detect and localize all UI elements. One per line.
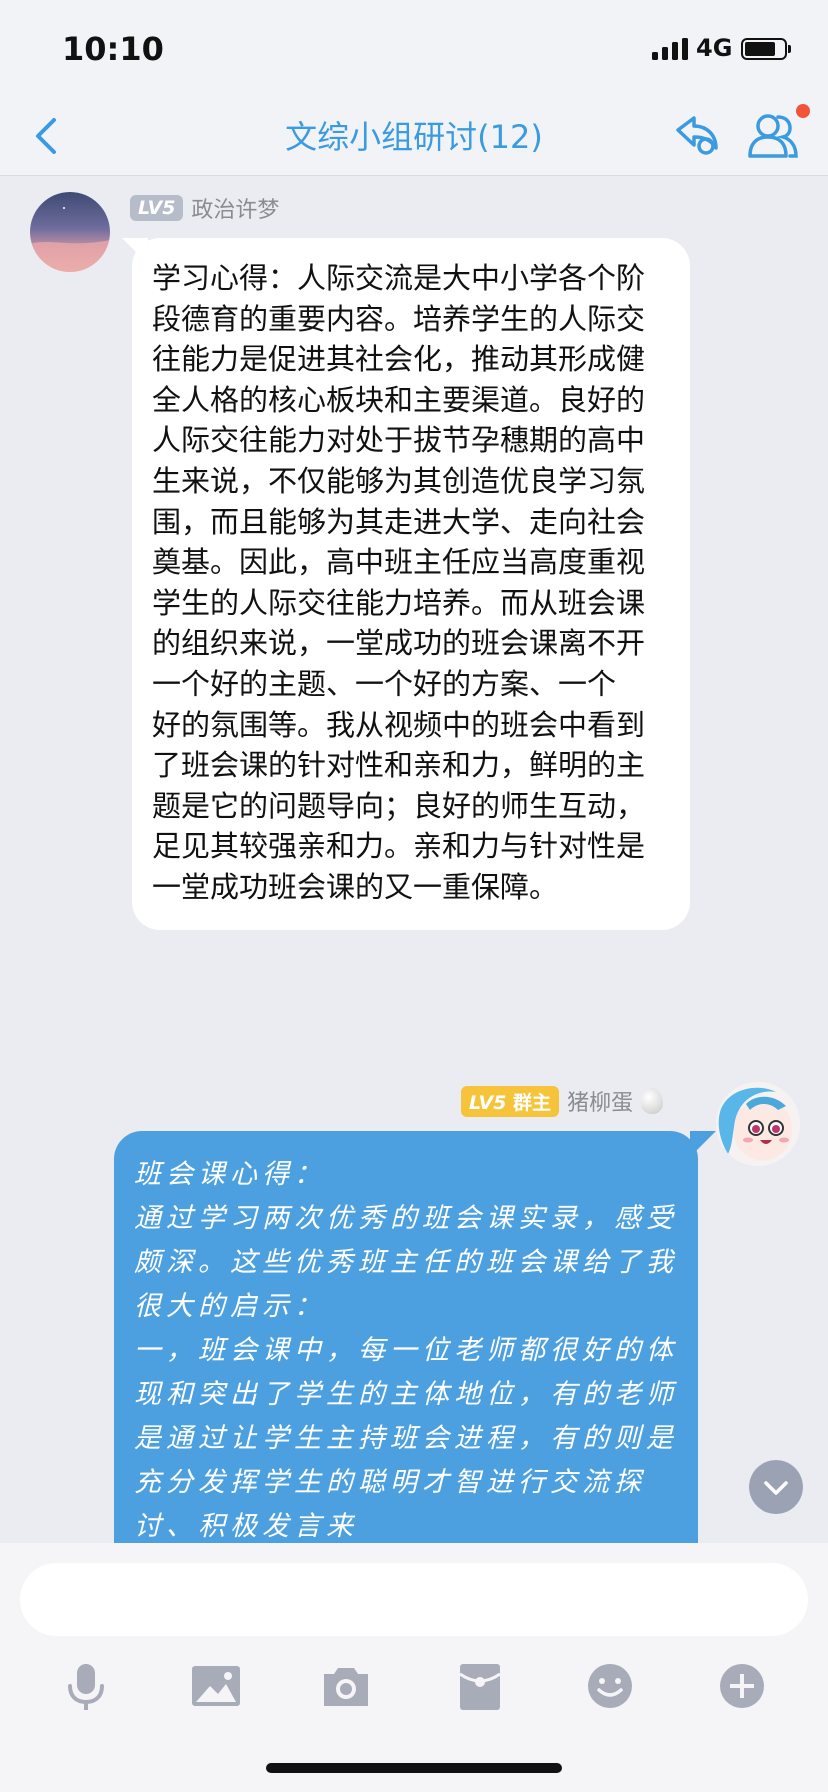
signal-icon [652,38,688,60]
level-badge: LV5 [130,195,184,221]
sender-name[interactable]: 政治许梦 [191,192,279,224]
chevron-down-icon[interactable] [749,1460,803,1514]
sender-name[interactable]: 猪柳蛋 [567,1085,633,1117]
home-indicator [266,1763,562,1773]
status-bar: 10:10 4G [0,0,828,96]
status-time: 10:10 [62,30,164,68]
bubble-tail [690,1131,716,1157]
plus-icon[interactable] [712,1656,772,1716]
microphone-icon[interactable] [56,1656,116,1716]
egg-icon [641,1088,664,1114]
message-bubble[interactable]: 学习心得：人际交流是大中小学各个阶段德育的重要内容。培养学生的人际交往能力是促进… [132,238,690,930]
message-bubble[interactable]: 班会课心得： 通过学习两次优秀的班会课实录，感受颇深。这些优秀班主任的班会课给了… [114,1131,698,1543]
network-label: 4G [696,34,733,62]
avatar[interactable] [30,192,110,272]
message-input[interactable] [20,1563,808,1636]
nav-bar: 文综小组研讨(12) [0,96,828,176]
group-settings-icon[interactable] [668,108,724,164]
notification-dot [796,104,810,118]
avatar[interactable] [716,1082,800,1166]
sender-row: LV5 政治许梦 [130,192,279,224]
image-icon[interactable] [186,1656,246,1716]
battery-icon [741,38,791,60]
red-packet-icon[interactable] [450,1656,510,1716]
group-members-icon[interactable] [742,106,802,166]
input-area [0,1543,828,1792]
camera-icon[interactable] [316,1656,376,1716]
level-badge: LV5 群主 [461,1085,560,1117]
avatar-image [716,1082,800,1166]
sender-row: LV5 群主 猪柳蛋 [461,1085,664,1117]
avatar-image [30,207,110,272]
owner-badge: 群主 [513,1091,552,1114]
emoji-icon[interactable] [580,1656,640,1716]
